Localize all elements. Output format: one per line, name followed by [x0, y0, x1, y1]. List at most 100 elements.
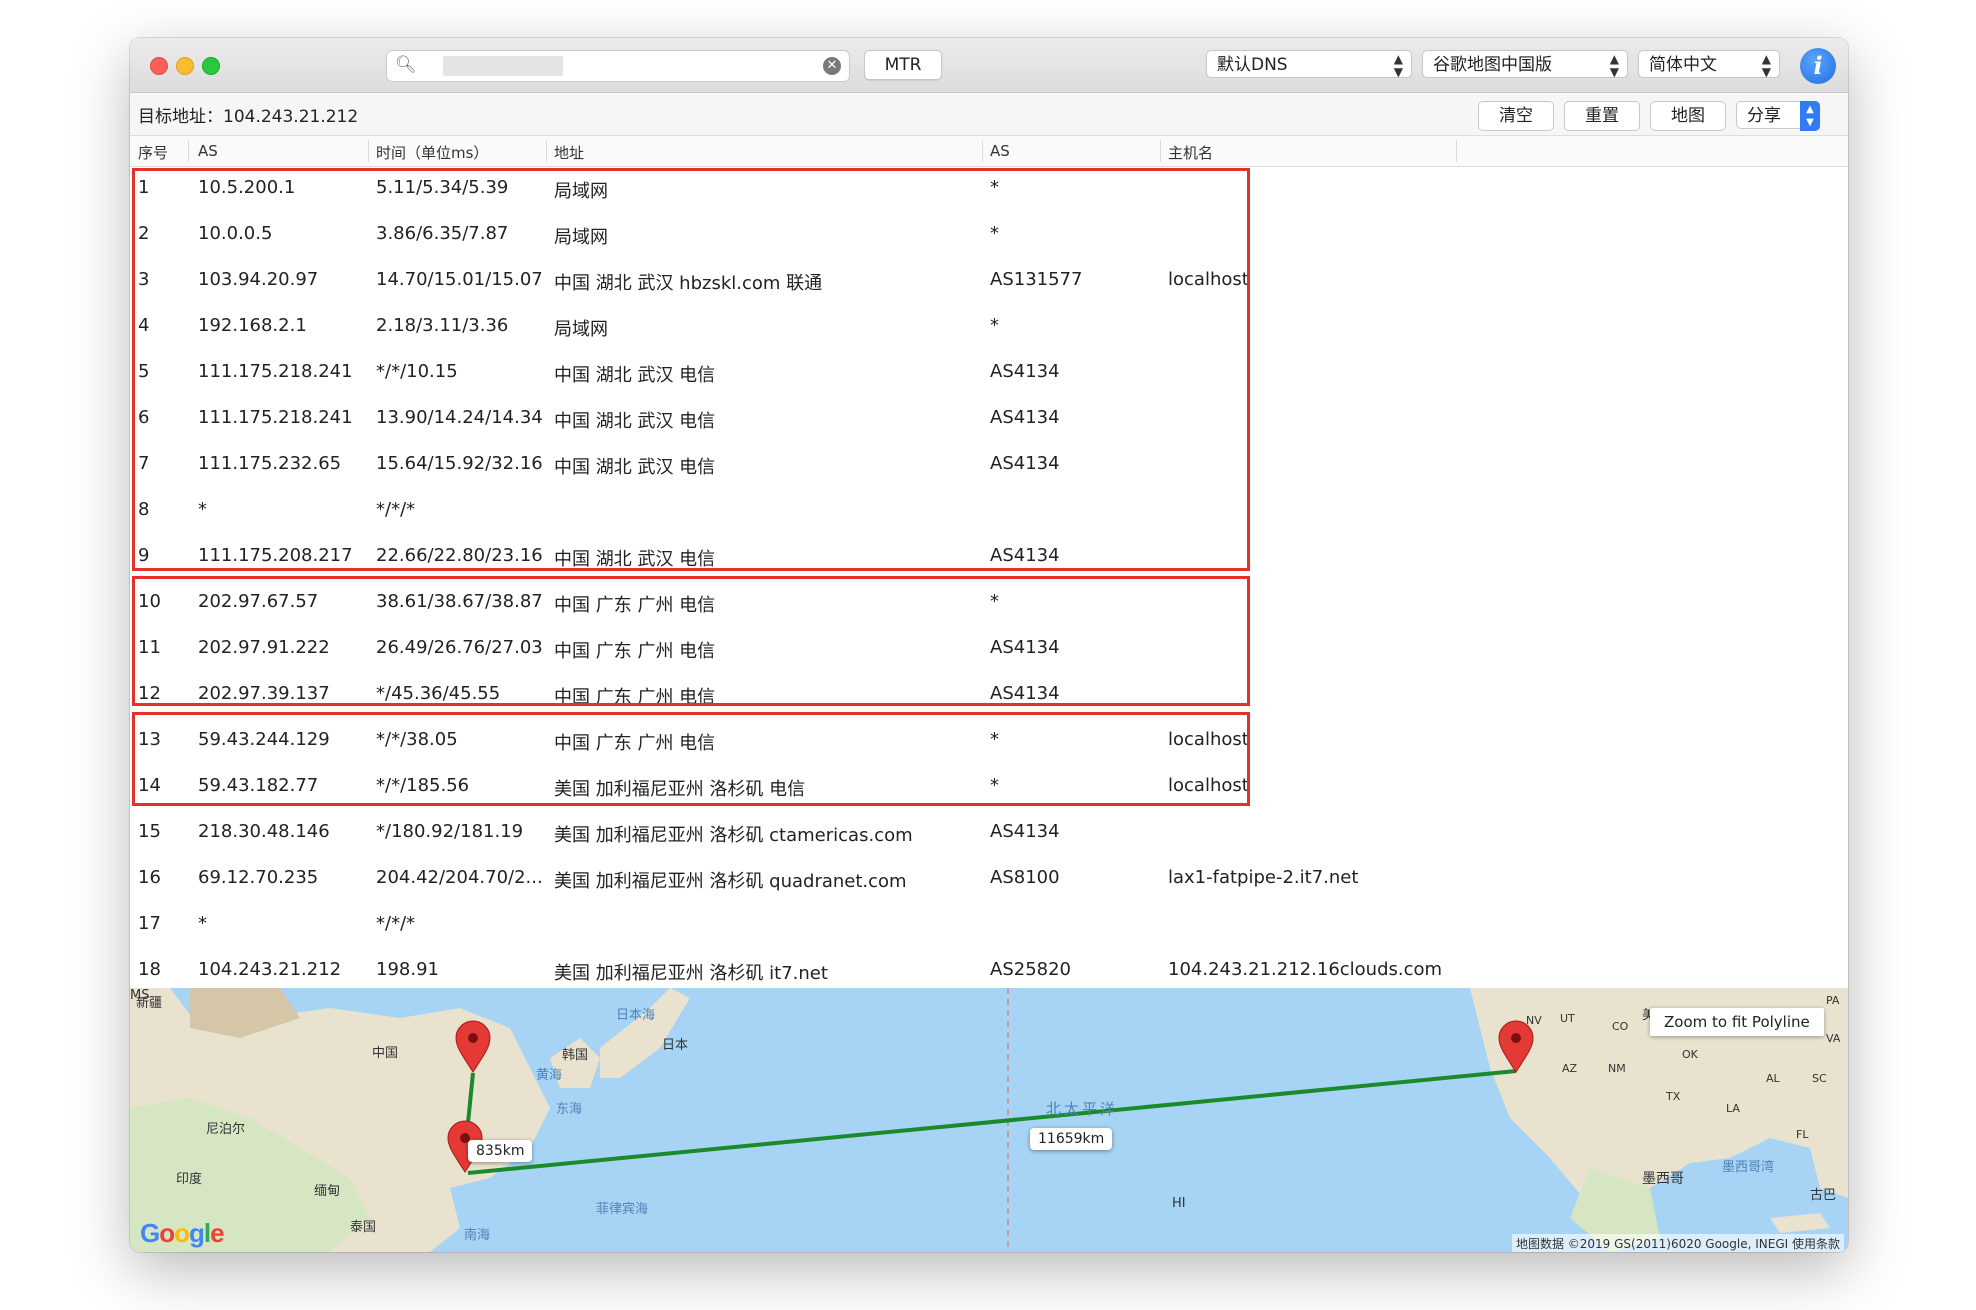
highlight-box-wuhan	[132, 168, 1250, 571]
map-label-nevada: NV	[1526, 1014, 1542, 1027]
map-label-louisiana: LA	[1726, 1102, 1740, 1115]
column-header-address[interactable]: 地址	[554, 142, 584, 163]
cell-address: 美国 加利福尼亚州 洛杉矶 it7.net	[554, 963, 828, 984]
column-divider	[1456, 140, 1457, 162]
map-label-hawaii: HI	[1172, 1196, 1186, 1211]
column-divider	[546, 140, 547, 162]
map-button[interactable]: 地图	[1650, 101, 1726, 131]
minimize-window-button[interactable]	[176, 57, 194, 75]
cell-ip: 104.243.21.212	[198, 959, 342, 980]
table-row[interactable]: 16 69.12.70.235 204.42/204.70/2... 美国 加利福尼亚…	[130, 856, 1848, 902]
map-label-utah: UT	[1560, 1012, 1575, 1025]
cell-time: */*/*	[376, 913, 416, 934]
route-map[interactable]: 新疆 中国 韩国 日本 日本海 黄海 东海 尼泊尔 印度 缅甸 泰国 菲律宾海 …	[130, 988, 1848, 1252]
dns-select[interactable]: 默认DNS ▲ ▼	[1206, 50, 1412, 79]
cuba-land	[1770, 1213, 1830, 1233]
google-logo: Google	[140, 1218, 225, 1248]
cell-time: */180.92/181.19	[376, 821, 524, 842]
map-label-nepal: 尼泊尔	[206, 1122, 246, 1137]
column-header-index[interactable]: 序号	[138, 142, 168, 163]
distance-label-1: 835km	[468, 1140, 533, 1162]
map-label-cuba: 古巴	[1810, 1188, 1837, 1203]
share-label: 分享	[1747, 106, 1781, 126]
cell-index: 18	[138, 959, 161, 980]
cell-index: 15	[138, 821, 161, 842]
cell-as: AS25820	[990, 959, 1071, 980]
map-label-texas: TX	[1666, 1090, 1681, 1103]
map-label-myanmar: 缅甸	[314, 1184, 341, 1199]
column-header-time[interactable]: 时间（单位ms）	[376, 142, 488, 163]
cell-hostname: 104.243.21.212.16clouds.com	[1168, 959, 1443, 980]
japan-land	[600, 988, 690, 1078]
cell-ip: 69.12.70.235	[198, 867, 319, 888]
cell-ip: *	[198, 913, 207, 934]
cell-address: 美国 加利福尼亚州 洛杉矶 ctamericas.com	[554, 825, 913, 846]
target-bar: 目标地址：104.243.21.212 清空 重置 地图 分享 ▲ ▼	[130, 93, 1848, 136]
map-label-mexico: 墨西哥	[1642, 1171, 1684, 1187]
language-select[interactable]: 简体中文 ▲ ▼	[1638, 50, 1780, 79]
zoom-window-button[interactable]	[202, 57, 220, 75]
map-label-gulf-of-mexico: 墨西哥湾	[1722, 1160, 1775, 1175]
chevron-updown-icon: ▲ ▼	[1393, 52, 1403, 79]
map-canvas	[130, 988, 1848, 1252]
cell-time: 204.42/204.70/2...	[376, 867, 543, 888]
column-divider	[1160, 140, 1161, 162]
column-divider	[982, 140, 983, 162]
target-address: 目标地址：104.243.21.212	[138, 107, 359, 127]
chevron-updown-icon: ▲ ▼	[1609, 52, 1619, 79]
route-segment-2	[467, 1069, 1517, 1175]
highlight-box-international	[132, 712, 1250, 806]
search-input[interactable]: 🔍︎ ✕	[386, 50, 850, 82]
map-label-mississippi: MS	[130, 988, 150, 1003]
title-bar: 🔍︎ ✕ MTR 默认DNS ▲ ▼ 谷歌地图中国版 ▲ ▼ 简体中文 ▲ ▼ i	[130, 38, 1848, 93]
cell-index: 17	[138, 913, 161, 934]
close-window-button[interactable]	[150, 57, 168, 75]
column-header-as[interactable]: AS	[990, 142, 1010, 160]
column-header-ip[interactable]: AS	[198, 142, 218, 160]
map-label-sea-of-japan: 日本海	[616, 1008, 656, 1023]
cell-as: AS8100	[990, 867, 1060, 888]
cell-time: 198.91	[376, 959, 439, 980]
map-attribution[interactable]: 地图数据 ©2019 GS(2011)6020 Google, INEGI 使用…	[1511, 1234, 1844, 1252]
map-label-virginia: VA	[1826, 1032, 1841, 1045]
map-provider-select[interactable]: 谷歌地图中国版 ▲ ▼	[1422, 50, 1628, 79]
map-label-south-carolina: SC	[1812, 1072, 1827, 1085]
zoom-to-fit-button[interactable]: Zoom to fit Polyline	[1650, 1008, 1824, 1036]
clear-search-icon[interactable]: ✕	[823, 57, 841, 75]
map-label-oklahoma: OK	[1682, 1048, 1698, 1061]
app-window: 🔍︎ ✕ MTR 默认DNS ▲ ▼ 谷歌地图中国版 ▲ ▼ 简体中文 ▲ ▼ i 目…	[130, 38, 1848, 1252]
table-header: 序号 AS 时间（单位ms） 地址 AS 主机名	[130, 136, 1848, 167]
map-label-japan: 日本	[662, 1038, 689, 1053]
column-header-hostname[interactable]: 主机名	[1168, 142, 1213, 163]
map-label-alabama: AL	[1766, 1072, 1780, 1085]
column-divider	[368, 140, 369, 162]
map-label-china: 中国	[372, 1046, 399, 1061]
map-label-east-sea: 东海	[556, 1102, 583, 1117]
map-label-arizona: AZ	[1562, 1062, 1578, 1075]
table-row[interactable]: 15 218.30.48.146 */180.92/181.19 美国 加利福尼亚州 …	[130, 810, 1848, 856]
highlight-box-guangzhou-backbone	[132, 576, 1250, 706]
map-select-value: 谷歌地图中国版	[1433, 55, 1552, 75]
info-icon[interactable]: i	[1800, 48, 1836, 84]
cell-hostname: lax1-fatpipe-2.it7.net	[1168, 867, 1359, 888]
cell-as: AS4134	[990, 821, 1060, 842]
map-label-korea: 韩国	[562, 1048, 589, 1063]
map-label-yellow-sea: 黄海	[536, 1068, 563, 1083]
map-label-new-mexico: NM	[1608, 1062, 1626, 1075]
map-label-south-sea: 南海	[464, 1228, 491, 1243]
distance-label-2: 11659km	[1030, 1128, 1113, 1150]
share-button[interactable]: 分享 ▲ ▼	[1736, 101, 1820, 131]
search-icon: 🔍︎	[395, 55, 417, 75]
clear-button[interactable]: 清空	[1478, 101, 1554, 131]
language-select-value: 简体中文	[1649, 55, 1717, 75]
cell-index: 16	[138, 867, 161, 888]
chevron-updown-icon: ▲ ▼	[1800, 101, 1820, 131]
mtr-button[interactable]: MTR	[864, 50, 942, 80]
map-label-philippine-sea: 菲律宾海	[596, 1202, 649, 1217]
search-redacted-text	[443, 56, 563, 76]
cell-address: 美国 加利福尼亚州 洛杉矶 quadranet.com	[554, 871, 907, 892]
column-divider	[188, 140, 189, 162]
map-label-pennsylvania: PA	[1826, 994, 1840, 1007]
table-row[interactable]: 17 * */*/*	[130, 902, 1848, 948]
reset-button[interactable]: 重置	[1564, 101, 1640, 131]
